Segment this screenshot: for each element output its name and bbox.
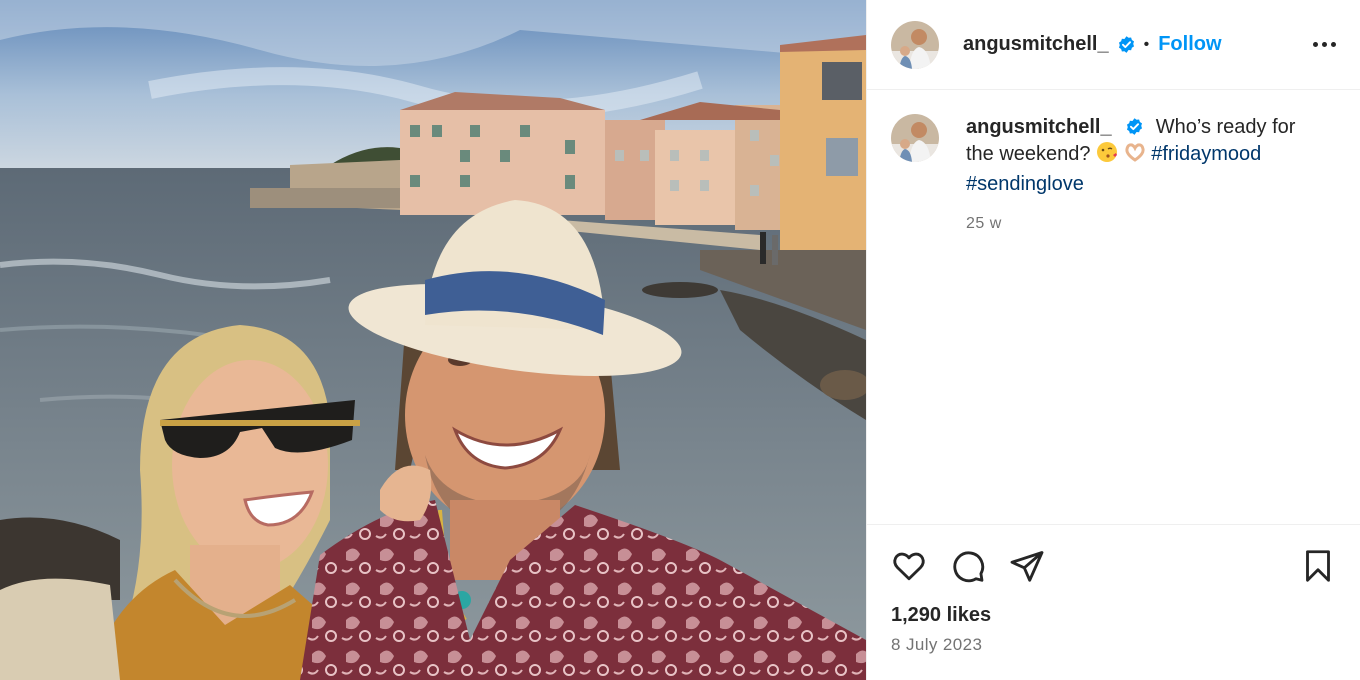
caption-username[interactable]: angusmitchell_	[966, 116, 1112, 138]
heart-hands-emoji-icon	[1124, 141, 1146, 171]
author-username[interactable]: angusmitchell_	[963, 33, 1109, 56]
caption-verified-badge-icon	[1125, 117, 1144, 136]
heart-icon[interactable]	[891, 548, 927, 584]
author-avatar[interactable]	[891, 20, 939, 69]
paper-plane-icon[interactable]	[1009, 548, 1045, 584]
follow-button[interactable]: Follow	[1158, 33, 1221, 56]
post-photo[interactable]	[0, 0, 866, 680]
hashtag-link[interactable]: #sendinglove	[966, 173, 1084, 195]
caption-body: angusmitchell_ Who’s ready for the weeke…	[966, 114, 1320, 237]
post-side-panel: angusmitchell_ • Follow angusmitchell_ W…	[866, 0, 1360, 680]
bookmark-icon[interactable]	[1300, 548, 1336, 584]
post-date[interactable]: 8 July 2023	[891, 635, 1336, 655]
caption-author-avatar[interactable]	[891, 114, 939, 162]
face-blowing-kiss-emoji-icon	[1096, 141, 1118, 171]
header-separator: •	[1143, 35, 1150, 53]
comment-icon[interactable]	[950, 548, 986, 584]
post-time-ago[interactable]: 25 w	[966, 210, 1320, 237]
action-bar	[891, 548, 1336, 584]
post-caption: angusmitchell_ Who’s ready for the weeke…	[891, 114, 1320, 237]
hashtag-link[interactable]: #fridaymood	[1151, 143, 1261, 165]
post-actions-area: 1,290 likes 8 July 2023	[867, 524, 1360, 655]
more-options-icon[interactable]	[1313, 36, 1336, 53]
instagram-post: angusmitchell_ • Follow angusmitchell_ W…	[0, 0, 1360, 680]
likes-count[interactable]: 1,290 likes	[891, 604, 1336, 627]
verified-badge-icon	[1117, 35, 1136, 54]
post-header: angusmitchell_ • Follow	[867, 0, 1360, 90]
